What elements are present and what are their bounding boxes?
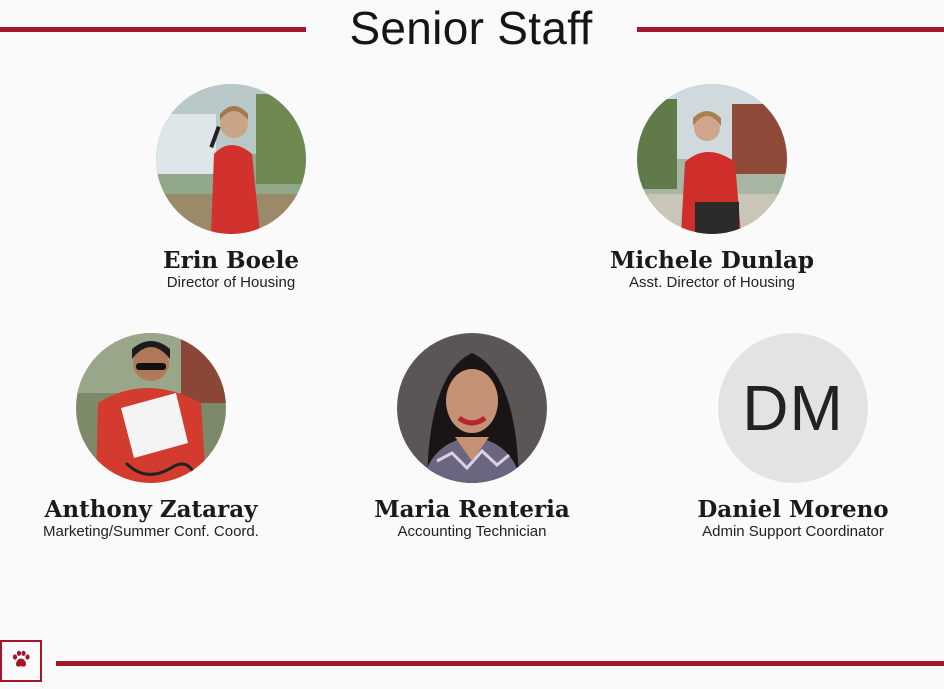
staff-photo-anthony-zataray	[76, 333, 226, 483]
staff-name: Erin Boele	[163, 247, 299, 274]
avatar-initials: DM	[742, 372, 844, 444]
staff-card-michele-dunlap: Michele Dunlap Asst. Director of Housing	[562, 84, 862, 293]
staff-card-erin-boele: Erin Boele Director of Housing	[81, 84, 381, 293]
staff-photo-maria-renteria	[397, 333, 547, 483]
staff-role: Marketing/Summer Conf. Coord.	[43, 523, 259, 540]
section-title: Senior Staff	[349, 2, 593, 54]
staff-card-daniel-moreno: DM Daniel Moreno Admin Support Coordinat…	[643, 333, 943, 542]
paw-icon	[11, 650, 31, 673]
staff-name: Daniel Moreno	[697, 496, 889, 523]
senior-staff-section: Senior Staff Erin Boele Director of Hous…	[0, 0, 944, 689]
staff-name: Michele Dunlap	[609, 247, 815, 274]
staff-photo-michele-dunlap	[637, 84, 787, 234]
staff-role: Director of Housing	[166, 274, 296, 291]
header-divider-right	[637, 27, 944, 32]
staff-name: Anthony Zataray	[44, 496, 258, 523]
staff-name: Maria Renteria	[374, 496, 570, 523]
staff-role: Admin Support Coordinator	[702, 523, 884, 540]
staff-role: Asst. Director of Housing	[629, 274, 795, 291]
header-divider-left	[0, 27, 306, 32]
footer-divider	[56, 661, 944, 666]
staff-card-maria-renteria: Maria Renteria Accounting Technician	[322, 333, 622, 542]
paw-button[interactable]	[0, 640, 42, 682]
staff-avatar-placeholder: DM	[718, 333, 868, 483]
staff-photo-erin-boele	[156, 84, 306, 234]
staff-card-anthony-zataray: Anthony Zataray Marketing/Summer Conf. C…	[1, 333, 301, 542]
staff-role: Accounting Technician	[397, 523, 547, 540]
